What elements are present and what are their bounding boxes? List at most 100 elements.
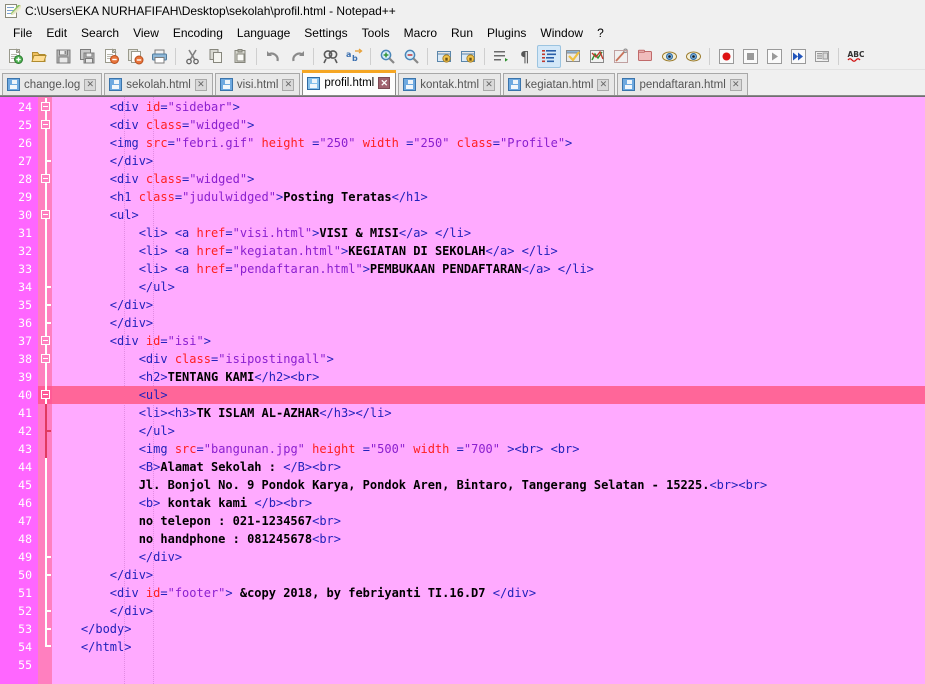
code-line[interactable]: </div> (52, 314, 925, 332)
close-file-icon[interactable] (99, 45, 123, 68)
menu-item-search[interactable]: Search (74, 24, 126, 42)
fold-marker[interactable] (38, 584, 52, 602)
editor-tab-visi-html[interactable]: visi.html ✕ (214, 73, 301, 95)
menu-item-[interactable]: ? (590, 24, 611, 42)
fold-marker[interactable] (38, 422, 52, 440)
function-list-icon[interactable] (633, 45, 657, 68)
monitoring-icon[interactable] (681, 45, 705, 68)
code-line[interactable]: <img src="bangunan.jpg" height ="500" wi… (52, 440, 925, 458)
code-line[interactable]: <li> <a href="pendaftaran.html">PEMBUKAA… (52, 260, 925, 278)
code-line[interactable]: </div> (52, 566, 925, 584)
code-line[interactable]: <h1 class="judulwidged">Posting Teratas<… (52, 188, 925, 206)
code-line[interactable]: Jl. Bonjol No. 9 Pondok Karya, Pondok Ar… (52, 476, 925, 494)
fold-marker[interactable] (38, 368, 52, 386)
menu-item-tools[interactable]: Tools (355, 24, 397, 42)
print-icon[interactable] (147, 45, 171, 68)
menu-item-window[interactable]: Window (533, 24, 590, 42)
code-line[interactable]: <b> kontak kami </b><br> (52, 494, 925, 512)
redo-icon[interactable] (285, 45, 309, 68)
show-symbol-icon[interactable] (585, 45, 609, 68)
fold-marker[interactable] (38, 260, 52, 278)
code-line[interactable] (52, 656, 925, 674)
show-all-characters-icon[interactable]: ¶ (513, 45, 537, 68)
menu-item-macro[interactable]: Macro (397, 24, 444, 42)
menu-item-edit[interactable]: Edit (39, 24, 74, 42)
paste-icon[interactable] (228, 45, 252, 68)
fold-marker[interactable] (38, 476, 52, 494)
menu-item-run[interactable]: Run (444, 24, 480, 42)
fold-marker[interactable] (38, 386, 52, 404)
code-line[interactable]: </ul> (52, 422, 925, 440)
menu-item-encoding[interactable]: Encoding (166, 24, 230, 42)
code-line[interactable]: </body> (52, 620, 925, 638)
code-line[interactable]: </ul> (52, 278, 925, 296)
editor-tab-pendaftaran-html[interactable]: pendaftaran.html ✕ (617, 73, 748, 95)
save-macro-icon[interactable] (810, 45, 834, 68)
fold-marker[interactable] (38, 332, 52, 350)
fold-marker[interactable] (38, 206, 52, 224)
fold-marker[interactable] (38, 170, 52, 188)
sync-horizontal-scroll-icon[interactable] (456, 45, 480, 68)
close-tab-icon[interactable]: ✕ (483, 78, 496, 91)
close-tab-icon[interactable]: ✕ (597, 78, 610, 91)
code-line[interactable]: <li> <a href="visi.html">VISI & MISI</a>… (52, 224, 925, 242)
fold-marker[interactable] (38, 152, 52, 170)
menu-item-settings[interactable]: Settings (297, 24, 354, 42)
stop-recording-icon[interactable] (738, 45, 762, 68)
editor-tab-kegiatan-html[interactable]: kegiatan.html ✕ (503, 73, 616, 95)
close-tab-icon[interactable]: ✕ (84, 78, 97, 91)
save-icon[interactable] (51, 45, 75, 68)
run-macro-multiple-icon[interactable] (786, 45, 810, 68)
close-tab-icon[interactable]: ✕ (729, 78, 742, 91)
fold-marker[interactable] (38, 188, 52, 206)
zoom-in-icon[interactable] (375, 45, 399, 68)
code-line[interactable]: <h2>TENTANG KAMI</h2><br> (52, 368, 925, 386)
fold-marker[interactable] (38, 494, 52, 512)
close-tab-icon[interactable]: ✕ (378, 77, 391, 89)
fold-marker[interactable] (38, 134, 52, 152)
fold-marker[interactable] (38, 656, 52, 674)
zoom-out-icon[interactable] (399, 45, 423, 68)
fold-marker[interactable] (38, 458, 52, 476)
editor-tab-kontak-html[interactable]: kontak.html ✕ (398, 73, 502, 95)
menu-item-plugins[interactable]: Plugins (480, 24, 533, 42)
editor-tab-sekolah-html[interactable]: sekolah.html ✕ (104, 73, 213, 95)
close-all-icon[interactable] (123, 45, 147, 68)
fold-marker[interactable] (38, 278, 52, 296)
code-line[interactable]: <div class="widged"> (52, 170, 925, 188)
fold-marker[interactable] (38, 350, 52, 368)
word-wrap-icon[interactable] (489, 45, 513, 68)
code-line[interactable]: <img src="febri.gif" height ="250" width… (52, 134, 925, 152)
replace-icon[interactable]: ab (342, 45, 366, 68)
code-line[interactable]: </div> (52, 296, 925, 314)
open-file-icon[interactable] (27, 45, 51, 68)
code-folding-gutter[interactable] (38, 97, 52, 684)
record-macro-icon[interactable] (714, 45, 738, 68)
fold-marker[interactable] (38, 638, 52, 656)
fold-marker[interactable] (38, 530, 52, 548)
code-line[interactable]: <li> <a href="kegiatan.html">KEGIATAN DI… (52, 242, 925, 260)
code-line[interactable]: no telepon : 021-1234567<br> (52, 512, 925, 530)
play-macro-icon[interactable] (762, 45, 786, 68)
code-line[interactable]: <ul> (52, 206, 925, 224)
code-line[interactable]: </div> (52, 548, 925, 566)
close-tab-icon[interactable]: ✕ (194, 78, 207, 91)
fold-marker[interactable] (38, 566, 52, 584)
fold-marker[interactable] (38, 296, 52, 314)
cut-icon[interactable] (180, 45, 204, 68)
editor-tab-change-log[interactable]: change.log ✕ (2, 73, 103, 95)
fold-marker[interactable] (38, 512, 52, 530)
fold-marker[interactable] (38, 314, 52, 332)
sync-vertical-scroll-icon[interactable] (432, 45, 456, 68)
fold-marker[interactable] (38, 98, 52, 116)
copy-icon[interactable] (204, 45, 228, 68)
fold-marker[interactable] (38, 404, 52, 422)
menu-item-view[interactable]: View (126, 24, 166, 42)
fold-marker[interactable] (38, 602, 52, 620)
code-editor[interactable]: 24 25 26 27 28 29 30 31 32 33 34 35 36 37 38 39 40 41 42 43… (0, 96, 925, 684)
code-line[interactable]: <div id="isi"> (52, 332, 925, 350)
code-line[interactable]: <div class="isipostingall"> (52, 350, 925, 368)
undo-icon[interactable] (261, 45, 285, 68)
code-line[interactable]: </div> (52, 602, 925, 620)
save-all-icon[interactable] (75, 45, 99, 68)
